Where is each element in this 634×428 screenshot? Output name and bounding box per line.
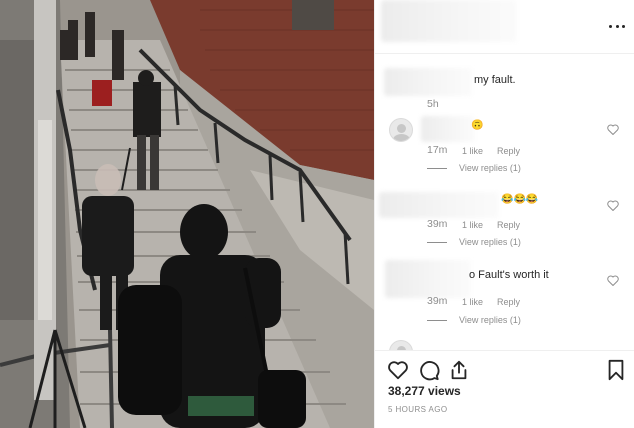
comment-likes[interactable]: 1 like — [462, 220, 483, 230]
comment-list: my fault. 5h 🙃 17m 1 like Reply View rep… — [375, 54, 634, 350]
view-replies-label: View replies (1) — [459, 237, 521, 247]
share-icon[interactable] — [448, 359, 470, 381]
view-replies-button[interactable]: View replies (1) — [427, 315, 521, 325]
reply-button[interactable]: Reply — [497, 146, 520, 156]
view-replies-button[interactable]: View replies (1) — [427, 163, 521, 173]
blurred-comment-author — [385, 260, 471, 298]
comment-item: o Fault's worth it 39m 1 like Reply View… — [375, 258, 634, 338]
comment-emoji: 🙃 — [471, 120, 484, 131]
like-comment-heart-icon[interactable] — [607, 275, 619, 286]
blurred-comment-author — [384, 68, 472, 96]
comment-time: 39m — [427, 218, 448, 230]
comment-time: 17m — [427, 144, 448, 156]
view-count[interactable]: 38,277 views — [388, 384, 461, 398]
comment-item: 🙃 17m 1 like Reply View replies (1) — [375, 116, 634, 186]
reply-button[interactable]: Reply — [497, 297, 520, 307]
like-comment-heart-icon[interactable] — [607, 124, 619, 135]
blurred-username — [381, 0, 517, 42]
post-header — [375, 0, 634, 54]
like-heart-icon[interactable] — [387, 359, 409, 381]
comment-text: my fault. — [474, 74, 516, 86]
comment-item: my fault. 5h — [375, 54, 634, 116]
blurred-comment-author — [379, 192, 499, 218]
view-replies-label: View replies (1) — [459, 163, 521, 173]
comments-panel: my fault. 5h 🙃 17m 1 like Reply View rep… — [374, 0, 634, 428]
comment-time: 39m — [427, 295, 448, 307]
view-replies-label: View replies (1) — [459, 315, 521, 325]
comment-icon[interactable] — [418, 359, 440, 381]
view-replies-button[interactable]: View replies (1) — [427, 237, 521, 247]
post-timestamp: 5 HOURS AGO — [388, 405, 448, 414]
avatar[interactable] — [389, 340, 413, 350]
blurred-comment-author — [421, 116, 475, 142]
comment-likes[interactable]: 1 like — [462, 146, 483, 156]
reply-button[interactable]: Reply — [497, 220, 520, 230]
bookmark-icon[interactable] — [605, 359, 627, 381]
comment-text: o Fault's worth it — [469, 269, 549, 281]
like-comment-heart-icon[interactable] — [607, 200, 619, 211]
stairs-photo — [0, 0, 374, 428]
comment-item: 😂😂😂 39m 1 like Reply View replies (1) — [375, 190, 634, 262]
comment-text: 😂😂😂 — [501, 194, 539, 205]
comment-time: 5h — [427, 98, 439, 110]
post-photo[interactable] — [0, 0, 374, 428]
avatar[interactable] — [389, 118, 413, 142]
more-options-icon[interactable] — [609, 18, 625, 34]
comment-likes[interactable]: 1 like — [462, 297, 483, 307]
